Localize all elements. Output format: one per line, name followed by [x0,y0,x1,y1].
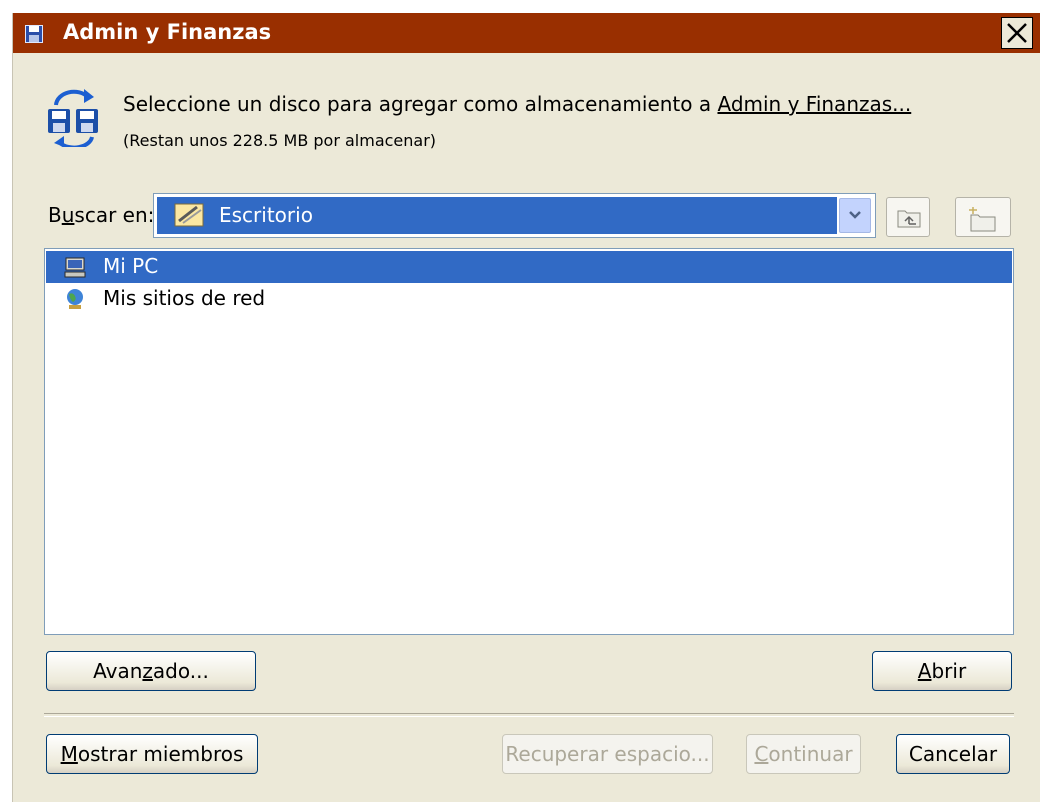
window-title: Admin y Finanzas [63,20,272,44]
target-link[interactable]: Admin y Finanzas... [717,92,911,116]
dialog-window: Admin y Finanzas Seleccione un disco par… [12,13,1040,802]
look-in-dropdown-button[interactable] [839,198,871,233]
list-item-mi-pc[interactable]: Mi PC [46,251,1012,283]
recover-space-button[interactable]: Recuperar espacio... [502,734,713,774]
network-places-icon [64,288,86,310]
up-folder-button[interactable] [886,197,930,237]
look-in-value: Escritorio [219,203,313,227]
remaining-space-text: (Restan unos 228.5 MB por almacenar) [123,131,437,150]
continue-button[interactable]: Continuar [746,734,861,774]
list-item-mis-sitios-de-red[interactable]: Mis sitios de red [46,283,1012,315]
floppy-disk-icon [25,24,43,43]
list-item-label: Mis sitios de red [103,286,266,310]
advanced-button[interactable]: Avanzado... [46,651,256,691]
chevron-down-icon [849,211,861,219]
look-in-dropdown[interactable]: Escritorio [153,193,876,238]
desktop-icon [173,201,205,234]
title-bar[interactable]: Admin y Finanzas [13,13,1040,53]
show-members-button[interactable]: Mostrar miembros [46,734,258,774]
close-icon [1007,23,1027,43]
up-folder-icon [897,210,921,228]
look-in-label: Buscar en: [48,203,155,227]
separator [44,713,1014,717]
look-in-selected: Escritorio [157,197,837,234]
open-button[interactable]: Abrir [872,651,1012,691]
computer-icon [64,256,86,278]
new-folder-button[interactable] [955,197,1011,237]
list-item-label: Mi PC [103,254,159,278]
instruction-text: Seleccione un disco para agregar como al… [123,92,911,116]
cancel-button[interactable]: Cancelar [896,734,1010,774]
new-folder-icon [969,207,996,232]
disk-sync-icon [46,87,102,150]
close-button[interactable] [1001,17,1033,49]
instruction-prefix: Seleccione un disco para agregar como al… [123,92,718,116]
file-list[interactable]: Mi PC Mis sitios de red [44,248,1014,635]
